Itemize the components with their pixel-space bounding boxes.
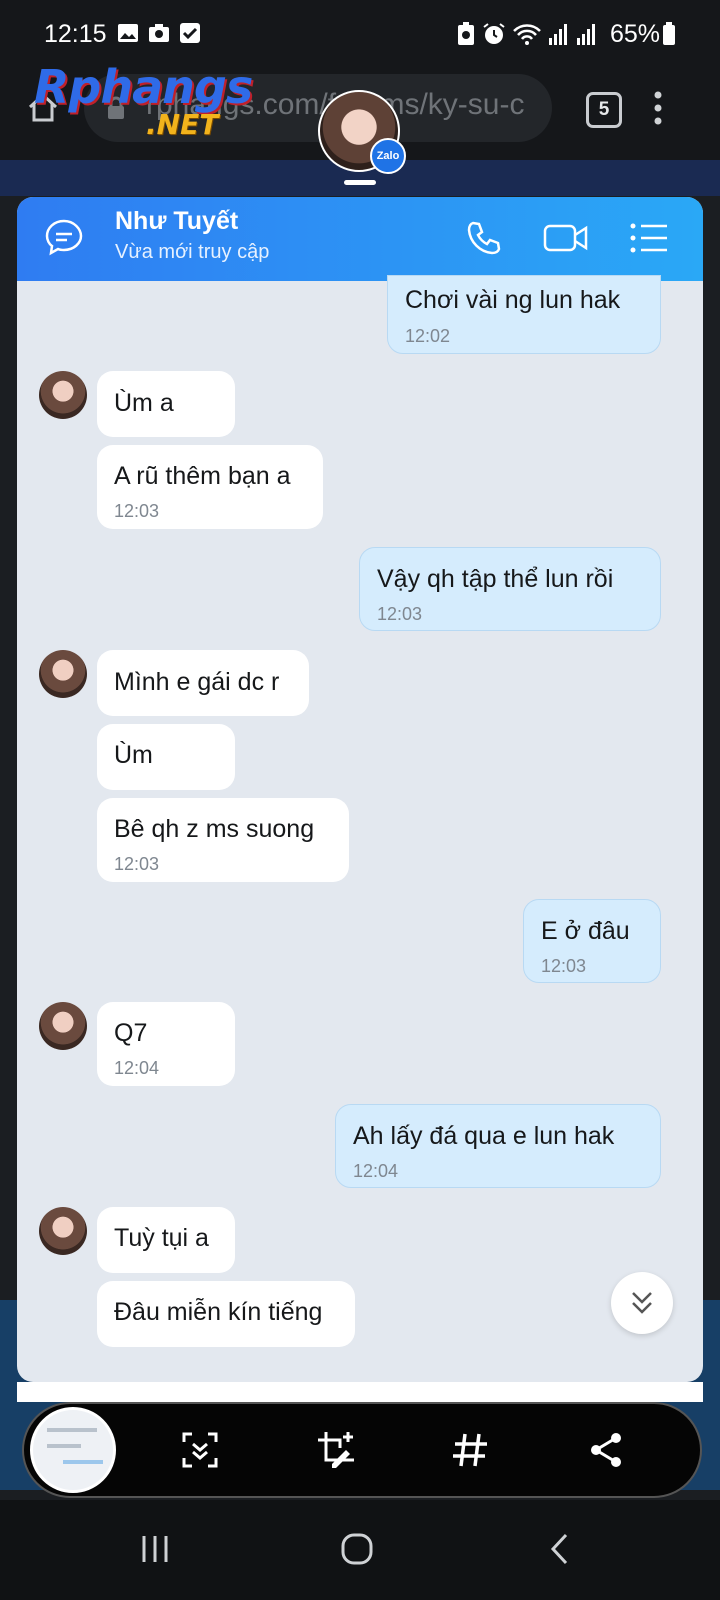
thumbnail-line <box>63 1460 103 1464</box>
message-incoming[interactable]: Đâu miễn kín tiếng <box>97 1281 355 1347</box>
signal-icon-2 <box>577 24 595 45</box>
message-text: Ùm <box>114 741 153 769</box>
message-incoming[interactable]: Mình e gái dc r <box>97 650 309 716</box>
message-time: 12:02 <box>405 326 451 346</box>
hashtag-icon[interactable] <box>450 1430 490 1470</box>
battery-saver-icon <box>458 22 474 45</box>
message-incoming[interactable]: Q7 12:04 <box>97 1002 235 1086</box>
chat-bubble-icon[interactable] <box>43 217 85 259</box>
contact-avatar[interactable] <box>39 371 87 419</box>
battery-icon <box>663 22 675 45</box>
message-time: 12:03 <box>541 956 587 976</box>
message-time: 12:03 <box>114 501 160 521</box>
message-text: Tuỳ tụi a <box>114 1224 209 1252</box>
thumbnail-line <box>47 1428 97 1432</box>
tab-switcher-button[interactable]: 5 <box>586 92 622 128</box>
logo-sub-text: .NET <box>146 108 219 141</box>
share-icon[interactable] <box>586 1430 626 1470</box>
message-text: Ah lấy đá qua e lun hak <box>353 1122 615 1150</box>
drag-handle[interactable] <box>344 180 376 185</box>
contact-avatar[interactable] <box>39 650 87 698</box>
double-chevron-down-icon <box>632 1292 652 1314</box>
message-outgoing[interactable]: E ở đâu 12:03 <box>523 899 661 983</box>
camera-icon <box>149 24 169 42</box>
scroll-to-bottom-button[interactable] <box>611 1272 673 1334</box>
gallery-icon <box>118 24 138 42</box>
crop-edit-icon[interactable] <box>316 1430 356 1470</box>
home-button-icon[interactable] <box>340 1532 374 1566</box>
back-icon[interactable] <box>548 1532 572 1566</box>
screenshot-toolbar <box>22 1402 702 1498</box>
zalo-badge: Zalo <box>370 138 406 174</box>
message-incoming[interactable]: Tuỳ tụi a <box>97 1207 235 1273</box>
message-text: Bê qh z ms suong <box>114 815 315 843</box>
chat-header: Như Tuyết Vừa mới truy cập <box>17 197 703 281</box>
more-menu-icon[interactable] <box>650 90 666 126</box>
message-text: Q7 <box>114 1019 148 1047</box>
message-outgoing[interactable]: Chơi vài ng lun hak 12:02 <box>387 275 661 354</box>
message-time: 12:04 <box>353 1161 399 1181</box>
message-incoming[interactable]: Ùm <box>97 724 235 790</box>
message-text: E ở đâu <box>541 917 630 945</box>
message-time: 12:03 <box>114 854 160 874</box>
message-text: Vậy qh tập thể lun rồi <box>377 565 614 593</box>
message-incoming[interactable]: Bê qh z ms suong 12:03 <box>97 798 349 882</box>
status-time: 12:15 <box>44 20 107 48</box>
video-call-icon[interactable] <box>543 221 589 255</box>
phone-call-icon[interactable] <box>465 219 503 257</box>
message-text: Đâu miễn kín tiếng <box>114 1298 323 1326</box>
screenshot-thumbnail[interactable] <box>30 1407 116 1493</box>
message-incoming[interactable]: A rũ thêm bạn a 12:03 <box>97 445 323 529</box>
message-text: Ùm a <box>114 389 174 417</box>
message-text: A rũ thêm bạn a <box>114 462 291 490</box>
message-time: 12:04 <box>114 1058 160 1078</box>
thumbnail-line <box>47 1444 81 1448</box>
signal-icon <box>549 24 567 45</box>
system-navigation-bar <box>0 1508 720 1600</box>
recent-apps-icon[interactable] <box>140 1532 170 1566</box>
alarm-icon <box>483 23 505 44</box>
site-logo: Rphangs .NET <box>34 60 253 141</box>
message-incoming[interactable]: Ùm a <box>97 371 235 437</box>
logo-main-text: Rphangs <box>34 60 253 114</box>
battery-level: 65% <box>610 20 661 48</box>
contact-status: Vừa mới truy cập <box>115 241 270 263</box>
scroll-capture-icon[interactable] <box>180 1430 220 1470</box>
message-time: 12:03 <box>377 604 423 624</box>
message-outgoing[interactable]: Vậy qh tập thể lun rồi 12:03 <box>359 547 661 631</box>
contact-name: Như Tuyết <box>115 207 239 235</box>
zalo-chat-window: Như Tuyết Vừa mới truy cập Chơi vài ng l… <box>17 197 703 1382</box>
check-box-icon <box>180 23 200 43</box>
contact-avatar[interactable] <box>39 1002 87 1050</box>
message-text: Mình e gái dc r <box>114 668 280 696</box>
menu-list-icon[interactable] <box>629 221 669 255</box>
wifi-icon <box>513 24 541 45</box>
message-text: Chơi vài ng lun hak <box>405 286 621 314</box>
message-composer[interactable] <box>17 1382 703 1402</box>
message-outgoing[interactable]: Ah lấy đá qua e lun hak 12:04 <box>335 1104 661 1188</box>
contact-avatar[interactable] <box>39 1207 87 1255</box>
